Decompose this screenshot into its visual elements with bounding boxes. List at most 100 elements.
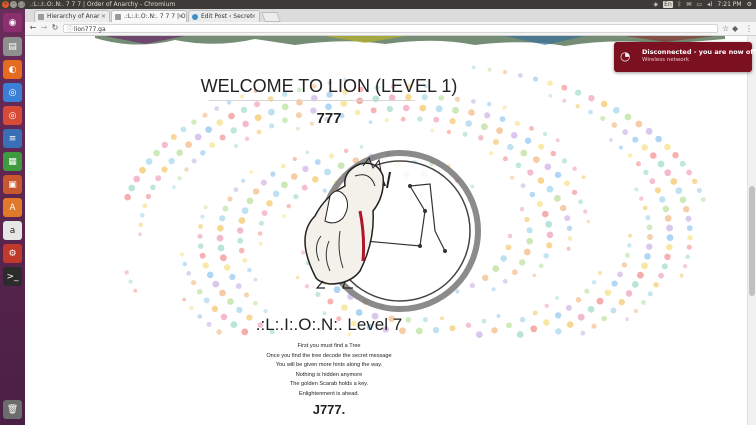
swirl-dot xyxy=(492,265,500,272)
swirl-dot xyxy=(241,207,249,215)
tab-close-icon[interactable]: × xyxy=(178,11,183,22)
swirl-dot xyxy=(561,158,568,164)
swirl-dot xyxy=(197,233,203,239)
firefox-icon[interactable]: ◐ xyxy=(3,60,22,79)
swirl-dot xyxy=(471,99,476,104)
swirl-dot xyxy=(304,284,310,289)
scrollbar-thumb[interactable] xyxy=(749,186,755,296)
swirl-dot xyxy=(700,197,706,203)
new-tab-button[interactable] xyxy=(261,12,281,22)
clock[interactable]: 7:21 PM xyxy=(717,0,741,9)
tab-edit-post[interactable]: Edit Post ‹ Secret × xyxy=(188,10,260,22)
swirl-dot xyxy=(241,178,246,183)
keyboard-layout-icon[interactable]: En xyxy=(663,1,673,8)
maximize-window-icon[interactable]: □ xyxy=(18,1,25,8)
gear-icon[interactable]: ⚙ xyxy=(747,0,752,9)
swirl-dot xyxy=(482,274,489,281)
swirl-dot xyxy=(567,236,573,241)
web-page: WELCOME TO LION (LEVEL 1) 777 .:L:.I:.O:… xyxy=(25,36,747,425)
swirl-dot xyxy=(186,271,192,276)
network-icon[interactable]: ◈ xyxy=(654,0,659,9)
swirl-dot xyxy=(145,193,151,200)
swirl-dot xyxy=(242,258,248,263)
writer-icon[interactable]: ≡ xyxy=(3,129,22,148)
heading-divider xyxy=(209,100,415,101)
swirl-dot xyxy=(133,288,138,293)
forward-button[interactable]: → xyxy=(39,23,49,33)
swirl-dot xyxy=(502,278,508,284)
back-button[interactable]: ← xyxy=(28,23,38,33)
swirl-dot xyxy=(625,252,630,258)
menu-icon[interactable]: ⋮ xyxy=(745,24,753,33)
address-bar[interactable]: ⓘ lion777.ga xyxy=(63,24,718,33)
swirl-dot xyxy=(520,149,528,157)
tab-hierarchy[interactable]: Hierarchy of Anar × xyxy=(34,10,110,22)
swirl-dot xyxy=(666,243,673,251)
settings-icon[interactable]: ⚙ xyxy=(3,244,22,263)
extension-icon[interactable]: ◆ xyxy=(732,24,738,33)
level-title: .:L:.I:.O:.N:. Level 7 xyxy=(255,315,403,334)
swirl-dot xyxy=(666,224,673,232)
notification-subtitle: Wireless network xyxy=(642,57,690,63)
swirl-dot xyxy=(627,153,633,158)
chrome-icon[interactable]: ◎ xyxy=(3,106,22,125)
terminal-icon[interactable]: >_ xyxy=(3,267,22,286)
swirl-dot xyxy=(502,105,507,110)
swirl-dot xyxy=(263,309,268,314)
swirl-dot xyxy=(261,210,268,217)
close-window-icon[interactable]: × xyxy=(2,1,9,8)
page-info-icon[interactable]: ⓘ xyxy=(67,25,73,34)
swirl-dot xyxy=(687,235,693,241)
chromium-icon[interactable]: ◎ xyxy=(3,83,22,102)
reload-button[interactable]: ↻ xyxy=(50,23,60,33)
battery-icon[interactable]: ▭ xyxy=(696,0,702,9)
swirl-dot xyxy=(611,280,618,287)
impress-icon[interactable]: ▣ xyxy=(3,175,22,194)
page-scrollbar[interactable] xyxy=(747,36,756,425)
software-center-icon[interactable]: A xyxy=(3,198,22,217)
swirl-dot xyxy=(596,297,604,305)
swirl-dot xyxy=(523,248,531,256)
swirl-dot xyxy=(247,268,252,273)
swirl-dot xyxy=(302,165,309,173)
files-icon[interactable]: ▤ xyxy=(3,37,22,56)
swirl-dot xyxy=(258,241,263,246)
tab-lion[interactable]: .:L:.I:.O:.N:. 7 7 7 | O × xyxy=(111,10,187,22)
swirl-dot xyxy=(686,244,692,250)
swirl-dot xyxy=(168,157,175,165)
swirl-dot xyxy=(659,196,666,203)
swirl-dot xyxy=(202,262,209,269)
tab-close-icon[interactable]: × xyxy=(251,11,256,22)
minimize-window-icon[interactable]: – xyxy=(10,1,17,8)
launcher: ◉ ▤ ◐ ◎ ◎ ≡ ▦ ▣ Aa ⚙ >_ 🗑 xyxy=(0,9,25,425)
swirl-dot xyxy=(322,188,327,193)
ubuntu-dash-icon[interactable]: ◉ xyxy=(3,13,22,32)
swirl-dot xyxy=(692,178,698,184)
page-heading: WELCOME TO LION (LEVEL 1) xyxy=(200,76,458,96)
swirl-dot xyxy=(153,149,160,157)
swirl-dot xyxy=(628,233,632,238)
swirl-dot xyxy=(622,129,629,136)
swirl-dot xyxy=(575,104,580,109)
swirl-dot xyxy=(670,178,678,185)
bookmark-star-icon[interactable]: ☆ xyxy=(722,24,729,33)
swirl-dot xyxy=(609,138,613,142)
swirl-dot xyxy=(555,138,560,143)
riddle-line: Enlightenment is ahead. xyxy=(298,390,360,397)
swirl-dot xyxy=(563,180,570,187)
swirl-dot xyxy=(199,252,206,259)
swirl-dot xyxy=(142,203,148,209)
swirl-dot xyxy=(515,162,522,169)
volume-icon[interactable]: ◂) xyxy=(707,0,712,9)
swirl-dot xyxy=(227,196,233,202)
swirl-dot xyxy=(292,156,297,162)
mail-icon[interactable]: ✉ xyxy=(686,0,691,9)
swirl-dot xyxy=(672,152,679,159)
amazon-icon[interactable]: a xyxy=(3,221,22,240)
swirl-dot xyxy=(180,126,187,133)
trash-icon[interactable]: 🗑 xyxy=(3,400,22,419)
calc-icon[interactable]: ▦ xyxy=(3,152,22,171)
swirl-dot xyxy=(661,263,668,270)
tab-close-icon[interactable]: × xyxy=(101,11,106,22)
bluetooth-icon[interactable]: ᛒ xyxy=(678,0,682,9)
